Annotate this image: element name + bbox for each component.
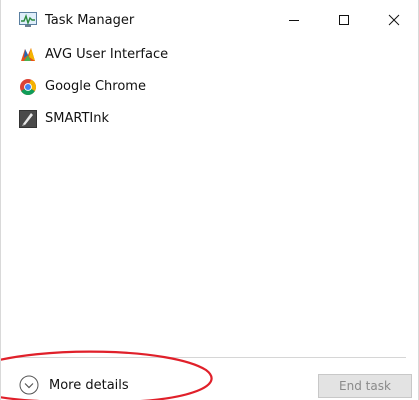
task-manager-window: Task Manager AVG User Interface Google C… — [0, 0, 419, 400]
maximize-button[interactable] — [321, 0, 367, 40]
close-button[interactable] — [371, 0, 417, 40]
list-item-avg[interactable]: AVG User Interface — [1, 40, 418, 72]
task-manager-icon — [19, 12, 37, 28]
minimize-button[interactable] — [271, 0, 317, 40]
maximize-icon — [339, 15, 349, 25]
avg-icon — [19, 46, 37, 64]
chevron-down-circle-icon — [19, 375, 39, 395]
list-item-chrome[interactable]: Google Chrome — [1, 72, 418, 104]
process-label: SMARTInk — [45, 111, 109, 126]
more-details-label: More details — [49, 377, 129, 393]
window-title: Task Manager — [45, 13, 135, 28]
minimize-icon — [289, 20, 299, 21]
end-task-button[interactable]: End task — [318, 374, 412, 398]
list-item-smartink[interactable]: SMARTInk — [1, 104, 418, 136]
more-details-button[interactable]: More details — [19, 374, 129, 396]
close-icon — [388, 14, 400, 26]
process-label: AVG User Interface — [45, 47, 169, 62]
chrome-icon — [19, 78, 37, 96]
footer-divider — [13, 357, 406, 358]
title-bar[interactable]: Task Manager — [1, 0, 418, 40]
smartink-icon — [19, 110, 37, 128]
process-label: Google Chrome — [45, 79, 146, 94]
